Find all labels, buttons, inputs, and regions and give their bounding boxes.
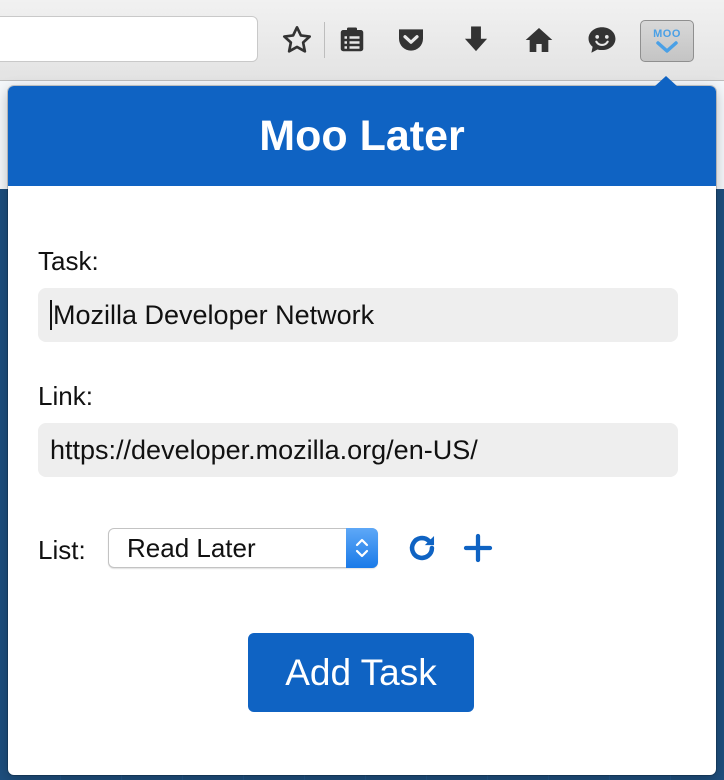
text-caret — [50, 300, 52, 330]
toolbar-separator — [324, 22, 325, 58]
list-select-value: Read Later — [127, 532, 256, 563]
list-select[interactable]: Read Later — [108, 528, 378, 568]
url-bar[interactable] — [0, 16, 258, 62]
refresh-icon[interactable] — [404, 530, 440, 566]
popup-title: Moo Later — [8, 86, 716, 186]
home-icon[interactable] — [521, 22, 557, 58]
select-arrows-icon — [346, 528, 378, 568]
link-input[interactable]: https://developer.mozilla.org/en-US/ — [38, 423, 678, 477]
task-input-value: Mozilla Developer Network — [53, 299, 375, 330]
hello-icon[interactable] — [584, 22, 620, 58]
moo-extension-label: MOO — [653, 28, 681, 40]
chevron-down-icon — [656, 41, 678, 53]
reading-list-icon[interactable] — [334, 22, 370, 58]
moo-later-popup: Moo Later Task: Mozilla Developer Networ… — [8, 86, 716, 775]
task-label: Task: — [38, 246, 99, 276]
popup-arrow — [654, 76, 678, 87]
plus-icon[interactable] — [460, 530, 496, 566]
task-input[interactable]: Mozilla Developer Network — [38, 288, 678, 342]
list-label: List: — [38, 535, 86, 565]
moo-extension-button[interactable]: MOO — [640, 20, 694, 62]
link-label: Link: — [38, 381, 93, 411]
link-input-value: https://developer.mozilla.org/en-US/ — [50, 434, 478, 465]
pocket-icon[interactable] — [393, 22, 429, 58]
browser-toolbar: MOO — [0, 0, 724, 81]
download-icon[interactable] — [458, 22, 494, 58]
star-icon[interactable] — [279, 22, 315, 58]
add-task-button[interactable]: Add Task — [248, 633, 474, 712]
